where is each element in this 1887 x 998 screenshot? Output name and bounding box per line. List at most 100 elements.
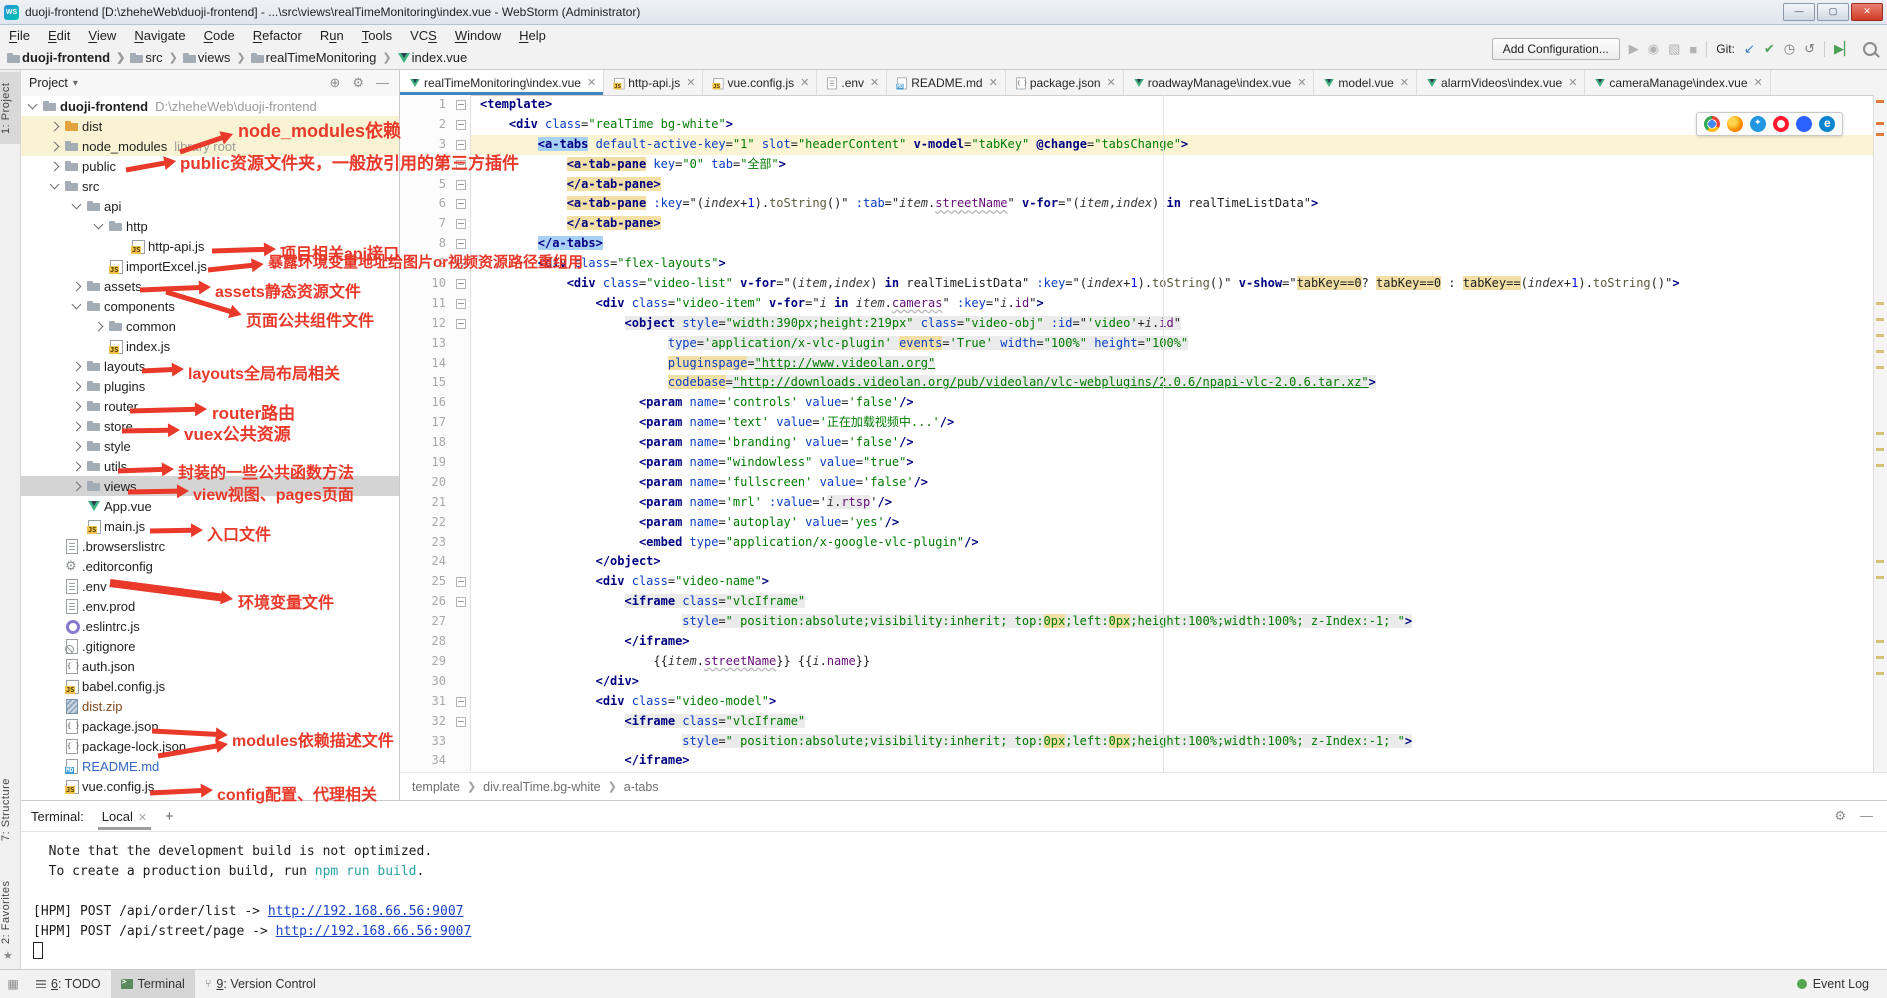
code-line-18[interactable]: 18 <param name='branding' value='false'/… (400, 433, 1887, 453)
chevron-right-icon[interactable] (50, 161, 60, 171)
chevron-down-icon[interactable] (72, 300, 82, 310)
fold-icon[interactable] (456, 279, 466, 289)
code-line-26[interactable]: 26 <iframe class="vlcIframe" (400, 592, 1887, 612)
statusbar-6-todo[interactable]: 6: TODO (26, 970, 111, 998)
line-number[interactable]: 33 (400, 732, 453, 752)
fold-gutter[interactable] (453, 513, 471, 533)
line-number[interactable]: 7 (400, 214, 453, 234)
tree-item-http-api.js[interactable]: http-api.js (21, 236, 399, 256)
terminal-output[interactable]: Note that the development build is not o… (21, 832, 1887, 962)
fold-gutter[interactable] (453, 294, 471, 314)
stripe-mark[interactable] (1876, 133, 1884, 136)
chrome-browser-icon[interactable] (1704, 116, 1720, 132)
close-icon[interactable]: ✕ (1297, 76, 1306, 89)
code-line-13[interactable]: 13 type='application/x-vlc-plugin' event… (400, 334, 1887, 354)
fold-gutter[interactable] (453, 433, 471, 453)
tree-item-common[interactable]: common (21, 316, 399, 336)
yandex-browser-icon[interactable] (1796, 116, 1812, 132)
debug-icon[interactable]: ◉ (1648, 41, 1659, 57)
code-line-23[interactable]: 23 <embed type="application/x-google-vlc… (400, 533, 1887, 553)
fold-icon[interactable] (456, 717, 466, 727)
tree-item-package-lock.json[interactable]: package-lock.json (21, 736, 399, 756)
tree-item-layouts[interactable]: layouts (21, 356, 399, 376)
chevron-right-icon[interactable] (72, 481, 82, 491)
menu-view[interactable]: View (79, 27, 125, 44)
line-number[interactable]: 16 (400, 393, 453, 413)
code-line-19[interactable]: 19 <param name="windowless" value="true"… (400, 453, 1887, 473)
editor-tab-alarmVideos-index.vue[interactable]: alarmVideos\index.vue✕ (1417, 70, 1585, 95)
stripe-mark[interactable] (1876, 448, 1884, 451)
tree-item-plugins[interactable]: plugins (21, 376, 399, 396)
fold-gutter[interactable] (453, 393, 471, 413)
fold-gutter[interactable] (453, 552, 471, 572)
code-line-16[interactable]: 16 <param name='controls' value='false'/… (400, 393, 1887, 413)
chevron-right-icon[interactable] (72, 401, 82, 411)
breadcrumb-item[interactable]: views❯ (182, 50, 246, 66)
fold-gutter[interactable] (453, 493, 471, 513)
fold-gutter[interactable] (453, 652, 471, 672)
line-number[interactable]: 21 (400, 493, 453, 513)
fold-gutter[interactable] (453, 95, 471, 115)
editor-tab-.env[interactable]: .env✕ (817, 70, 887, 95)
chevron-right-icon[interactable] (50, 121, 60, 131)
terminal-tab-local[interactable]: Local✕ (98, 804, 151, 829)
fold-gutter[interactable] (453, 572, 471, 592)
fold-gutter[interactable] (453, 373, 471, 393)
tree-item-router[interactable]: router (21, 396, 399, 416)
opera-browser-icon[interactable] (1773, 116, 1789, 132)
tool-window-switcher-icon[interactable]: ▦ (0, 977, 26, 991)
chevron-down-icon[interactable] (94, 220, 104, 230)
editor-breadcrumb-item[interactable]: div.realTime.bg-white (483, 780, 600, 794)
fold-gutter[interactable] (453, 135, 471, 155)
chevron-down-icon[interactable] (28, 100, 38, 110)
firefox-browser-icon[interactable] (1727, 116, 1743, 132)
tree-item-README.md[interactable]: README.md (21, 756, 399, 776)
code-line-4[interactable]: 4 <a-tab-pane key="0" tab="全部"> (400, 155, 1887, 175)
stripe-mark[interactable] (1876, 640, 1884, 643)
line-number[interactable]: 1 (400, 95, 453, 115)
tree-item-http[interactable]: http (21, 216, 399, 236)
new-terminal-session-icon[interactable]: + (165, 808, 174, 825)
fold-gutter[interactable] (453, 155, 471, 175)
tree-item-vue.config.js[interactable]: vue.config.js (21, 776, 399, 796)
chevron-right-icon[interactable] (94, 321, 104, 331)
tree-item-.env.prod[interactable]: .env.prod (21, 596, 399, 616)
locate-file-icon[interactable]: ⊕ (329, 75, 340, 91)
stripe-mark[interactable] (1876, 672, 1884, 675)
chevron-down-icon[interactable] (72, 200, 82, 210)
tree-item-babel.config.js[interactable]: babel.config.js (21, 676, 399, 696)
terminal-link[interactable]: http://192.168.66.56:9007 (268, 904, 464, 919)
fold-icon[interactable] (456, 219, 466, 229)
tree-item-public[interactable]: public (21, 156, 399, 176)
tree-item-dist.zip[interactable]: dist.zip (21, 696, 399, 716)
line-number[interactable]: 30 (400, 672, 453, 692)
stripe-mark[interactable] (1876, 560, 1884, 563)
fold-icon[interactable] (456, 319, 466, 329)
code-line-32[interactable]: 32 <iframe class="vlcIframe" (400, 712, 1887, 732)
statusbar-terminal[interactable]: Terminal (111, 970, 195, 998)
statusbar-9-version-control[interactable]: ⑂9: Version Control (195, 970, 326, 998)
code-line-17[interactable]: 17 <param name='text' value='正在加载视频中...'… (400, 413, 1887, 433)
chevron-right-icon[interactable] (72, 421, 82, 431)
close-icon[interactable]: ✕ (800, 76, 809, 89)
code-line-25[interactable]: 25 <div class="video-name"> (400, 572, 1887, 592)
code-line-7[interactable]: 7 </a-tab-pane> (400, 214, 1887, 234)
coverage-icon[interactable]: ▧ (1668, 41, 1680, 57)
code-line-29[interactable]: 29 {{item.streetName}} {{i.name}} (400, 652, 1887, 672)
favorites-star-icon[interactable]: ★ (3, 949, 13, 962)
code-line-9[interactable]: 9 <div class="flex-layouts"> (400, 254, 1887, 274)
git-commit-icon[interactable]: ✔ (1764, 41, 1775, 57)
chevron-right-icon[interactable] (72, 461, 82, 471)
editor-tab-cameraManage-index.vue[interactable]: cameraManage\index.vue✕ (1585, 70, 1770, 95)
code-line-11[interactable]: 11 <div class="video-item" v-for="i in i… (400, 294, 1887, 314)
fold-gutter[interactable] (453, 354, 471, 374)
fold-gutter[interactable] (453, 274, 471, 294)
close-icon[interactable]: ✕ (870, 76, 879, 89)
line-number[interactable]: 18 (400, 433, 453, 453)
gear-icon[interactable]: ⚙ (352, 75, 364, 91)
menu-refactor[interactable]: Refactor (244, 27, 311, 44)
tree-item-App.vue[interactable]: App.vue (21, 496, 399, 516)
chevron-right-icon[interactable] (72, 381, 82, 391)
code-line-15[interactable]: 15 codebase="http://downloads.videolan.o… (400, 373, 1887, 393)
code-line-10[interactable]: 10 <div class="video-list" v-for="(item,… (400, 274, 1887, 294)
